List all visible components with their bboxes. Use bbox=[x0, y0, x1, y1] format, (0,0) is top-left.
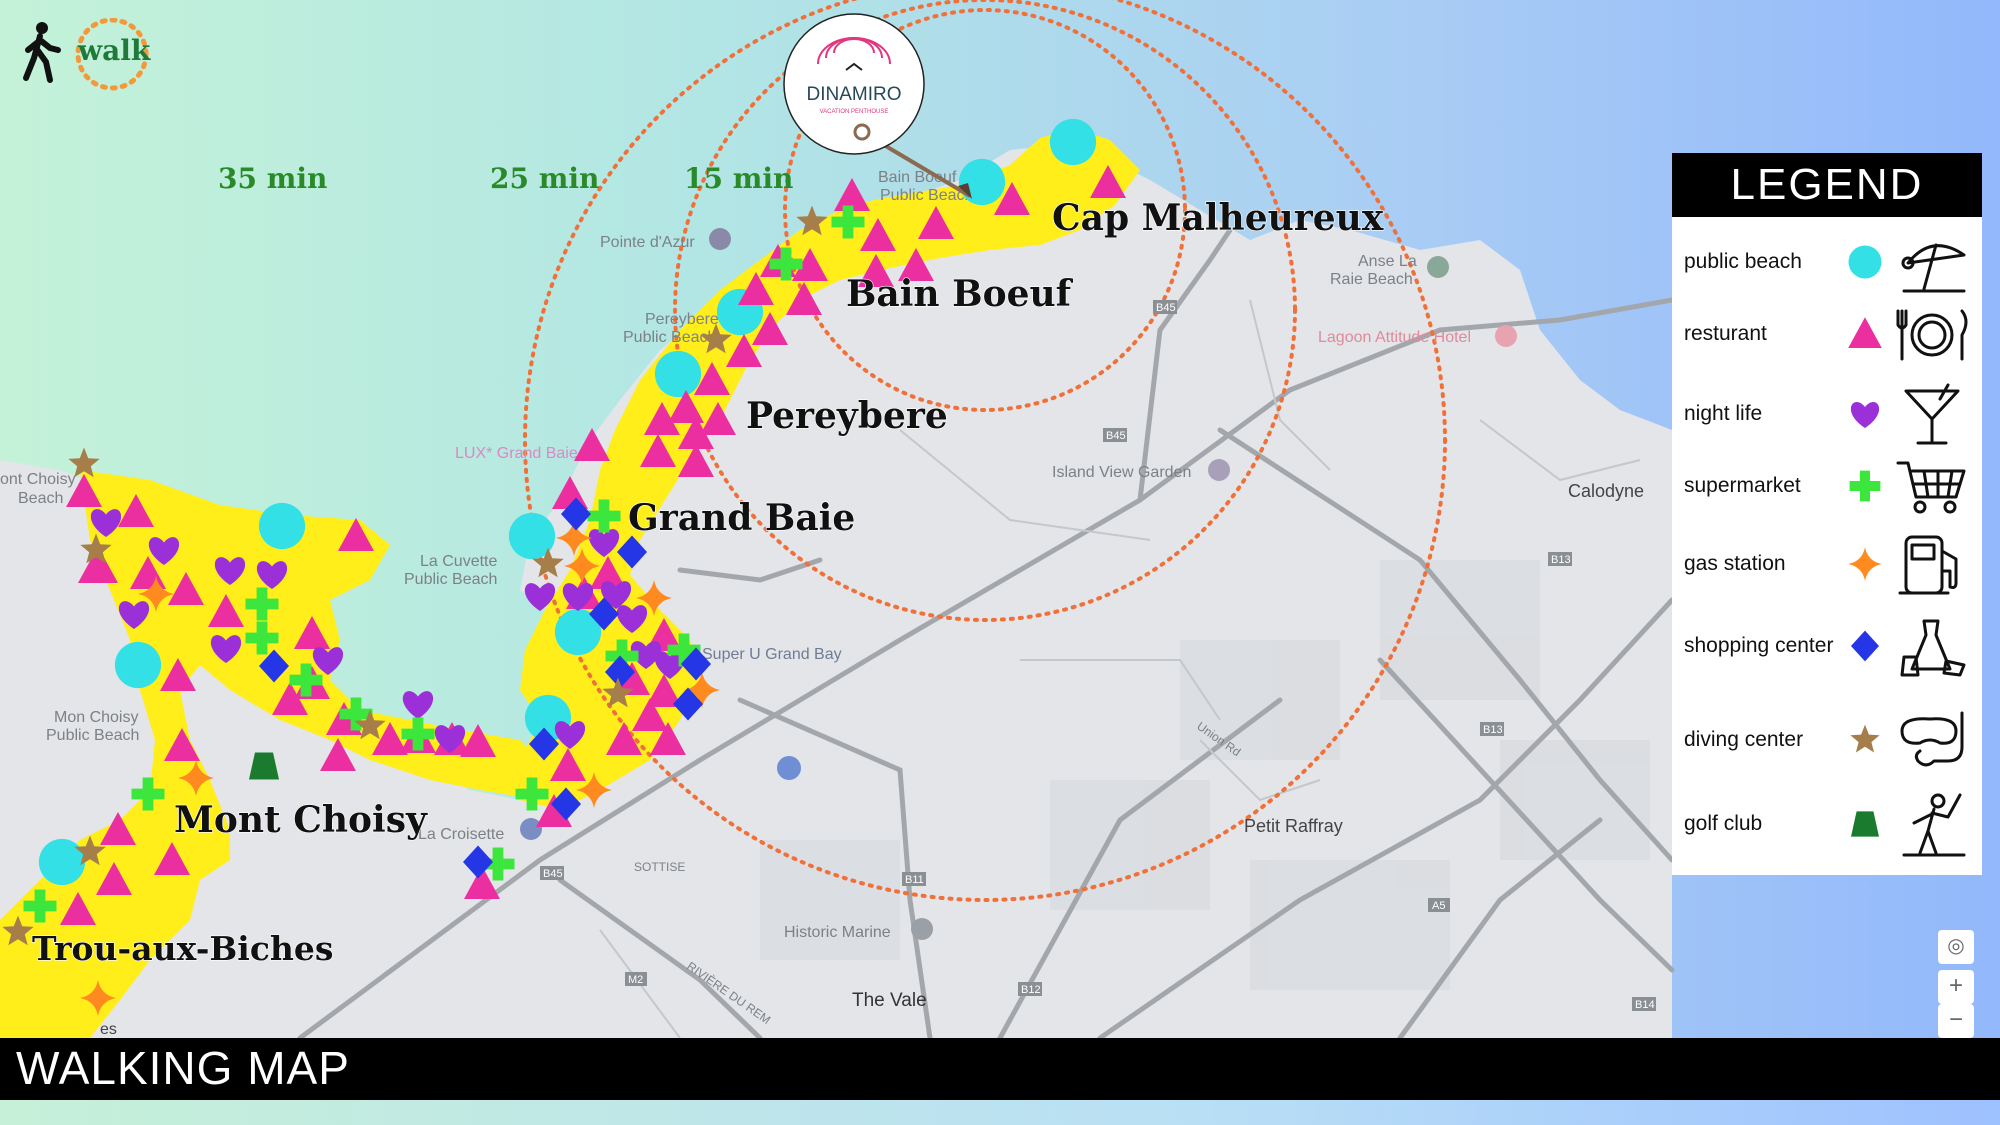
label-pereybere-beach-2: Public Beach bbox=[623, 329, 716, 346]
legend-row-sparkle: gas station bbox=[1672, 529, 1982, 599]
label-super-u: Super U Grand Bay bbox=[702, 646, 842, 663]
ring-label-15: 15 min bbox=[684, 162, 793, 195]
legend: LEGEND public beach resturant night life su… bbox=[1672, 153, 1982, 875]
label-anse-la-raie-1: Anse La bbox=[1358, 253, 1417, 270]
town-pereybere: Pereybere bbox=[746, 395, 948, 437]
beach-umbrella-icon bbox=[1894, 229, 1970, 295]
label-la-cuvette-2: Public Beach bbox=[404, 571, 497, 588]
label-la-croisette: La Croisette bbox=[418, 826, 504, 843]
ring-labels: 15 min 25 min 35 min bbox=[218, 162, 793, 195]
town-bain-boeuf: Bain Boeuf bbox=[846, 273, 1074, 315]
label-lux: LUX* Grand Baie bbox=[455, 445, 578, 462]
fuel-pump-icon bbox=[1894, 531, 1970, 597]
label-pereybere-beach-1: Pereybere bbox=[645, 311, 719, 328]
label-sottise: SOTTISE bbox=[634, 860, 685, 874]
svg-text:B45: B45 bbox=[1156, 302, 1176, 314]
svg-text:B45: B45 bbox=[1106, 430, 1126, 442]
legend-symbol-triangle-icon bbox=[1848, 317, 1882, 348]
legend-label: public beach bbox=[1684, 250, 1802, 273]
label-es: es bbox=[100, 1021, 117, 1038]
ring-label-35: 35 min bbox=[218, 162, 327, 195]
dinamiro-tagline: VACATION PENTHOUSE bbox=[820, 109, 889, 115]
poi-circle bbox=[958, 158, 1006, 206]
legend-symbol-star-icon bbox=[1850, 724, 1880, 753]
legend-row-circle: public beach bbox=[1672, 227, 1982, 297]
legend-label: golf club bbox=[1684, 812, 1763, 835]
plate-cutlery-icon bbox=[1894, 301, 1970, 367]
svg-text:B14: B14 bbox=[1635, 999, 1655, 1011]
label-mont-choisy-beach-2: Public Beach bbox=[46, 727, 139, 744]
town-cap-malheureux: Cap Malheureux bbox=[1052, 197, 1384, 239]
label-mont-choisy-top-2: Beach bbox=[18, 490, 63, 507]
legend-row-trapezoid: golf club bbox=[1672, 789, 1982, 859]
footer-title: WALKING MAP bbox=[16, 1042, 350, 1094]
ring-label-25: 25 min bbox=[490, 162, 599, 195]
bottom-strip bbox=[0, 1100, 2000, 1125]
cocktail-icon bbox=[1894, 381, 1970, 447]
svg-text:B12: B12 bbox=[1021, 984, 1041, 996]
svg-text:B11: B11 bbox=[905, 874, 924, 886]
svg-text:B13: B13 bbox=[1483, 724, 1503, 736]
legend-symbol-heart-icon bbox=[1850, 402, 1880, 428]
legend-row-heart: night life bbox=[1672, 379, 1982, 449]
label-pointe-dazur: Pointe d'Azur bbox=[600, 234, 695, 251]
legend-label: resturant bbox=[1684, 322, 1767, 345]
label-mont-choisy-beach-1: Mon Choisy bbox=[54, 709, 138, 726]
legend-row-triangle: resturant bbox=[1672, 299, 1982, 369]
poi-circle bbox=[38, 838, 86, 886]
legend-row-star: diving center bbox=[1672, 705, 1982, 775]
locate-me-button[interactable]: ◎ bbox=[1938, 930, 1974, 964]
legend-symbol-circle-icon bbox=[1848, 245, 1882, 279]
town-mont-choisy: Mont Choisy bbox=[174, 799, 428, 841]
label-petit-raffray: Petit Raffray bbox=[1244, 816, 1343, 836]
svg-text:A5: A5 bbox=[1432, 900, 1445, 912]
legend-symbol-trapezoid-icon bbox=[1851, 811, 1879, 837]
legend-symbol-diamond-icon bbox=[1851, 630, 1879, 662]
label-lagoon-hotel: Lagoon Attitude Hotel bbox=[1318, 329, 1471, 346]
label-mont-choisy-top-1: ont Choisy bbox=[0, 471, 76, 488]
label-anse-la-raie-2: Raie Beach bbox=[1330, 271, 1413, 288]
legend-label: supermarket bbox=[1684, 474, 1801, 497]
shopping-cart-icon bbox=[1894, 453, 1970, 519]
legend-row-diamond: shopping center bbox=[1672, 611, 1982, 681]
label-island-view: Island View Garden bbox=[1052, 464, 1191, 481]
zoom-out-button[interactable]: − bbox=[1938, 1004, 1974, 1038]
town-trou-aux-biches: Trou-aux-Biches bbox=[32, 929, 334, 968]
label-calodyne: Calodyne bbox=[1568, 481, 1644, 501]
legend-label: gas station bbox=[1684, 552, 1786, 575]
poi-circle bbox=[114, 641, 162, 689]
svg-text:B45: B45 bbox=[543, 868, 563, 880]
legend-row-plus: supermarket bbox=[1672, 451, 1982, 521]
zoom-in-button[interactable]: + bbox=[1938, 970, 1974, 1004]
golfer-icon bbox=[1894, 791, 1970, 857]
town-grand-baie: Grand Baie bbox=[628, 497, 855, 539]
dress-shopping-icon bbox=[1894, 613, 1970, 679]
label-the-vale: The Vale bbox=[852, 990, 927, 1011]
legend-label: diving center bbox=[1684, 728, 1804, 751]
poi-circle bbox=[258, 502, 306, 550]
legend-label: shopping center bbox=[1684, 634, 1834, 657]
poi-circle bbox=[654, 350, 702, 398]
legend-symbol-sparkle-icon bbox=[1848, 547, 1882, 581]
poi-circle bbox=[1049, 118, 1097, 166]
svg-text:B13: B13 bbox=[1551, 554, 1571, 566]
label-historic-marine: Historic Marine bbox=[784, 924, 891, 941]
legend-title: LEGEND bbox=[1672, 153, 1982, 217]
legend-label: night life bbox=[1684, 402, 1763, 425]
diving-mask-icon bbox=[1894, 707, 1970, 773]
legend-symbol-plus-icon bbox=[1849, 470, 1881, 502]
dinamiro-name: DINAMIRO bbox=[807, 84, 902, 105]
svg-text:M2: M2 bbox=[628, 974, 643, 986]
label-la-cuvette-1: La Cuvette bbox=[420, 553, 497, 570]
walk-label: walk bbox=[78, 34, 151, 67]
